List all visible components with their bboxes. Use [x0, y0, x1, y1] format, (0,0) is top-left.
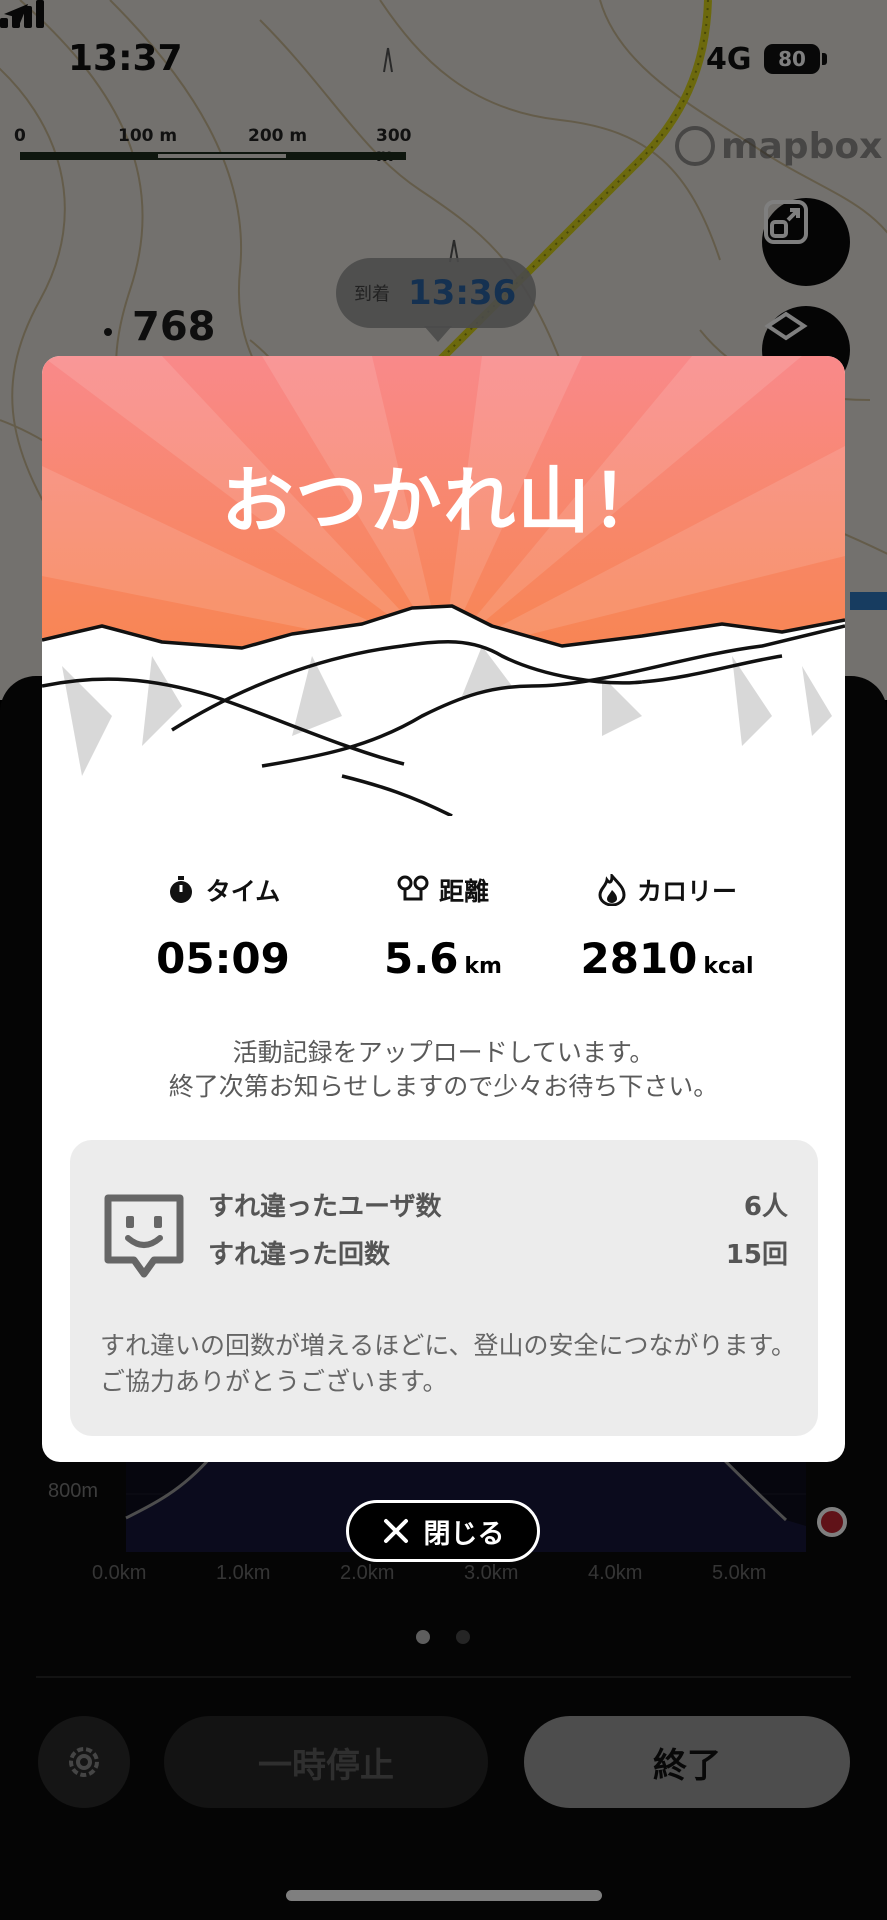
route-icon	[397, 875, 429, 901]
close-icon	[383, 1519, 408, 1543]
passed-users-label: すれ違ったユーザ数	[208, 1192, 442, 1222]
stat-distance: 距離 5.6 km	[328, 870, 558, 983]
stat-label: 距離	[438, 877, 489, 906]
stat-calories: カロリー 2810 kcal	[552, 870, 782, 983]
completion-modal: おつかれ山！ タイム 05:09 距離 5.6 km カロリー 2810 kca…	[42, 356, 845, 1462]
upload-status-message: 活動記録をアップロードしています。 終了次第お知らせしますので少々お待ち下さい。	[42, 1036, 845, 1104]
close-button[interactable]: 閉じる	[346, 1500, 540, 1562]
passing-summary-card: すれ違ったユーザ数 6人 すれ違った回数 15回 すれ違いの回数が増えるほどに、…	[70, 1140, 818, 1436]
passed-users-value: 6人	[743, 1192, 788, 1222]
stat-value: 05:09	[156, 934, 290, 983]
activity-stats: タイム 05:09 距離 5.6 km カロリー 2810 kcal	[42, 870, 845, 1000]
stopwatch-icon	[169, 876, 192, 903]
passed-count-label: すれ違った回数	[208, 1240, 391, 1270]
stat-time: タイム 05:09	[108, 870, 338, 983]
flame-icon	[598, 874, 626, 906]
stat-unit: kcal	[703, 954, 754, 979]
mountain-illustration	[42, 356, 845, 816]
stat-label: タイム	[205, 877, 281, 906]
close-label: 閉じる	[423, 1518, 505, 1550]
passed-count-row: すれ違った回数 15回	[208, 1234, 788, 1271]
stat-unit: km	[464, 954, 502, 979]
modal-title: おつかれ山！	[221, 459, 666, 543]
smiley-chat-icon	[104, 1194, 184, 1278]
passed-count-value: 15回	[725, 1240, 788, 1270]
passing-note: すれ違いの回数が増えるほどに、登山の安全につながります。ご協力ありがとうございま…	[100, 1331, 797, 1396]
upload-message-line: 活動記録をアップロードしています。	[232, 1038, 655, 1067]
passed-users-row: すれ違ったユーザ数 6人	[208, 1186, 788, 1223]
upload-message-line: 終了次第お知らせしますので少々お待ち下さい。	[168, 1072, 719, 1101]
stat-label: カロリー	[636, 877, 737, 906]
stat-value: 2810	[580, 934, 698, 983]
stat-value: 5.6	[384, 934, 459, 983]
